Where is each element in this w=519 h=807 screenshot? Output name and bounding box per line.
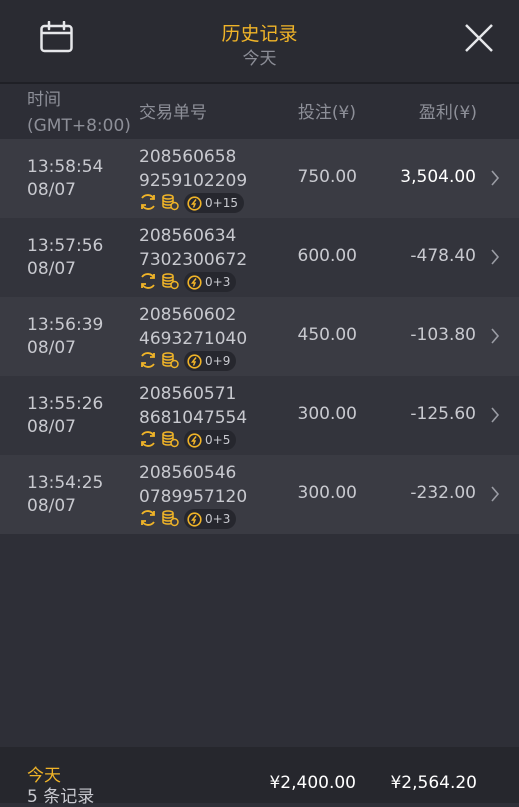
row-order-number: 208560546 0789957120 — [139, 463, 248, 507]
chevron-right-icon[interactable] — [490, 169, 500, 187]
refresh-icon — [141, 194, 155, 210]
badge-count: 0+3 — [205, 512, 231, 526]
badge-count: 0+5 — [205, 433, 231, 447]
column-bet-label: 投注(¥) — [297, 103, 356, 123]
refresh-icon — [141, 431, 155, 447]
row-time: 13:57:56 08/07 — [27, 236, 104, 279]
row-profit: 3,504.00 — [400, 167, 476, 187]
badge-count: 0+15 — [205, 196, 238, 210]
refresh-icon — [141, 273, 155, 289]
row-bet: 600.00 — [297, 246, 357, 266]
chevron-right-icon[interactable] — [490, 406, 500, 424]
auto-play-badge: 0+3 — [184, 272, 237, 292]
history-row[interactable]: 13:55:26 08/07 208560571 8681047554 0+5 30… — [0, 376, 519, 455]
row-bet: 750.00 — [297, 167, 357, 187]
history-row[interactable]: 13:56:39 08/07 208560602 4693271040 0+9 45… — [0, 297, 519, 376]
footer-record-count: 5 条记录 — [27, 787, 95, 807]
chevron-right-icon[interactable] — [490, 248, 500, 266]
auto-icon — [187, 274, 202, 290]
row-order-number: 208560634 7302300672 — [139, 226, 248, 270]
row-profit: -103.80 — [410, 325, 476, 345]
history-row[interactable]: 13:57:56 08/07 208560634 7302300672 0+3 60… — [0, 218, 519, 297]
coins-icon — [162, 273, 179, 290]
row-order-number: 208560602 4693271040 — [139, 305, 248, 349]
refresh-icon — [141, 352, 155, 368]
row-profit: -478.40 — [410, 246, 476, 266]
coins-icon — [162, 431, 179, 448]
column-timezone-label: (GMT+8:00) — [27, 116, 131, 136]
close-icon[interactable] — [464, 23, 494, 53]
history-row[interactable]: 13:54:25 08/07 208560546 0789957120 0+3 30… — [0, 455, 519, 534]
auto-play-badge: 0+3 — [184, 509, 237, 529]
badge-count: 0+9 — [205, 354, 231, 368]
history-list: 13:58:54 08/07 208560658 9259102209 0+15 7… — [0, 139, 519, 534]
row-time: 13:54:25 08/07 — [27, 473, 104, 516]
column-profit-label: 盈利(¥) — [418, 103, 477, 123]
badge-count: 0+3 — [205, 275, 231, 289]
row-bet: 450.00 — [297, 325, 357, 345]
summary-footer: 今天 5 条记录 ¥2,400.00 ¥2,564.20 — [0, 747, 519, 807]
row-time: 13:55:26 08/07 — [27, 394, 104, 437]
footer-total-bet: ¥2,400.00 — [269, 773, 356, 793]
page-subtitle: 今天 — [242, 49, 277, 69]
row-order-number: 208560658 9259102209 — [139, 147, 248, 191]
row-profit: -125.60 — [410, 404, 476, 424]
row-profit: -232.00 — [410, 483, 476, 503]
chevron-right-icon[interactable] — [490, 327, 500, 345]
coins-icon — [162, 510, 179, 527]
page-title: 历史记录 — [221, 23, 298, 45]
row-order-number: 208560571 8681047554 — [139, 384, 248, 428]
coins-icon — [162, 194, 179, 211]
column-headers: 时间 (GMT+8:00) 交易单号 投注(¥) 盈利(¥) — [0, 84, 519, 139]
refresh-icon — [141, 510, 155, 526]
footer-total-profit: ¥2,564.20 — [390, 773, 477, 793]
row-bet: 300.00 — [297, 404, 357, 424]
coins-icon — [162, 352, 179, 369]
auto-icon — [187, 353, 202, 369]
chevron-right-icon[interactable] — [490, 485, 500, 503]
row-time: 13:56:39 08/07 — [27, 315, 104, 358]
auto-icon — [187, 432, 202, 448]
auto-icon — [187, 195, 202, 211]
auto-icon — [187, 511, 202, 527]
row-bet: 300.00 — [297, 483, 357, 503]
header: 历史记录 今天 — [0, 0, 519, 84]
auto-play-badge: 0+15 — [184, 193, 244, 213]
row-time: 13:58:54 08/07 — [27, 157, 104, 200]
column-time-label: 时间 — [27, 90, 61, 110]
auto-play-badge: 0+5 — [184, 430, 237, 450]
history-row[interactable]: 13:58:54 08/07 208560658 9259102209 0+15 7… — [0, 139, 519, 218]
auto-play-badge: 0+9 — [184, 351, 237, 371]
column-order-label: 交易单号 — [139, 103, 207, 123]
